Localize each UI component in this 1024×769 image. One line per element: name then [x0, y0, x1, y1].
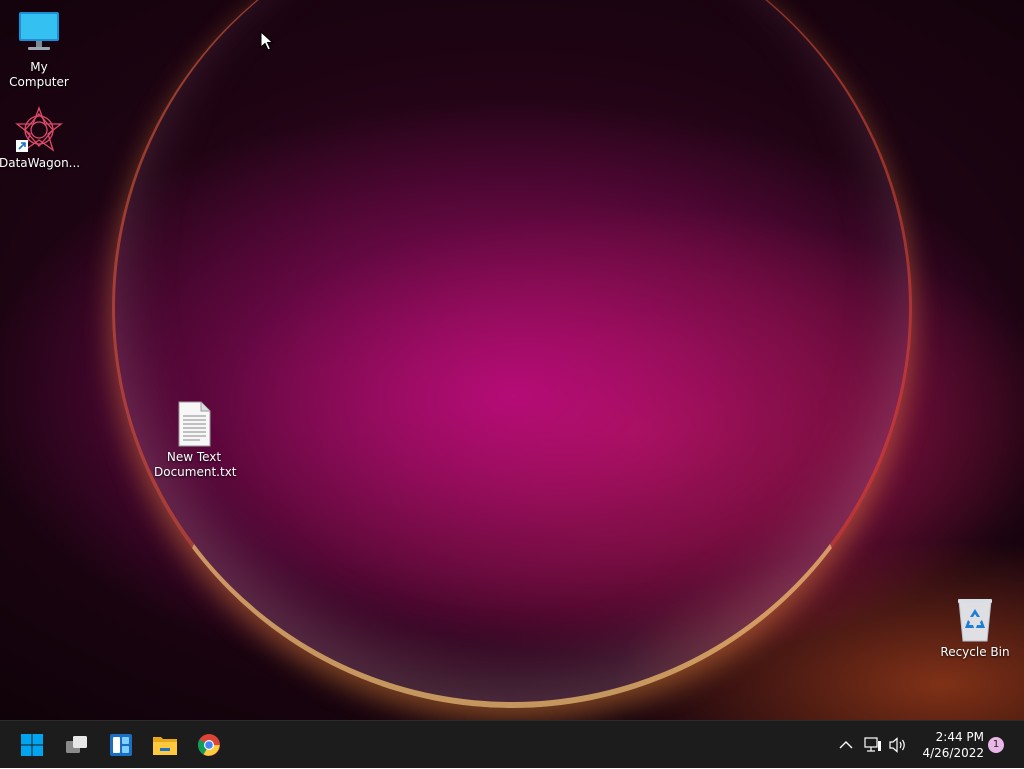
text-document-icon	[170, 400, 218, 448]
chrome-icon	[198, 734, 220, 756]
task-view-button[interactable]	[61, 729, 93, 761]
widgets-icon	[110, 734, 132, 756]
datawagon-app-icon	[15, 106, 63, 154]
file-explorer-button[interactable]	[149, 729, 181, 761]
desktop-icon-label: DataWagon...	[0, 156, 81, 170]
desktop-icon-new-text-document[interactable]: New Text Document.txt	[154, 400, 237, 480]
wallpaper-bloom	[112, 0, 912, 708]
desktop[interactable]: My Computer DataWagon... New Text Docume…	[0, 0, 1024, 720]
mouse-pointer-icon	[260, 30, 274, 55]
notification-badge[interactable]: 1	[988, 737, 1004, 753]
desktop-icon-recycle-bin[interactable]: Recycle Bin	[935, 595, 1015, 660]
clock-time: 2:44 PM	[935, 730, 984, 744]
desktop-icon-datawagon[interactable]: DataWagon...	[0, 106, 81, 171]
network-button[interactable]	[862, 721, 884, 769]
desktop-icon-label: My Computer	[9, 60, 69, 89]
task-view-icon	[66, 736, 87, 753]
chevron-up-icon	[839, 741, 853, 749]
recycle-bin-icon	[951, 595, 999, 643]
clock-date: 4/26/2022	[922, 746, 984, 760]
desktop-icon-label: Recycle Bin	[940, 645, 1010, 659]
clock[interactable]: 2:44 PM 4/26/2022	[916, 729, 984, 761]
folder-icon	[153, 737, 177, 755]
monitor-icon	[15, 10, 63, 58]
chrome-button[interactable]	[193, 729, 225, 761]
show-hidden-icons-button[interactable]	[836, 721, 856, 769]
windows-logo-icon	[21, 734, 43, 756]
volume-icon	[889, 737, 905, 753]
taskbar: 2:44 PM 4/26/2022 1	[0, 720, 1024, 768]
volume-button[interactable]	[888, 721, 910, 769]
widgets-button[interactable]	[105, 729, 137, 761]
desktop-icon-label: New Text Document.txt	[154, 450, 237, 479]
network-icon	[864, 737, 881, 752]
desktop-icon-my-computer[interactable]: My Computer	[0, 10, 79, 90]
start-button[interactable]	[16, 729, 48, 761]
